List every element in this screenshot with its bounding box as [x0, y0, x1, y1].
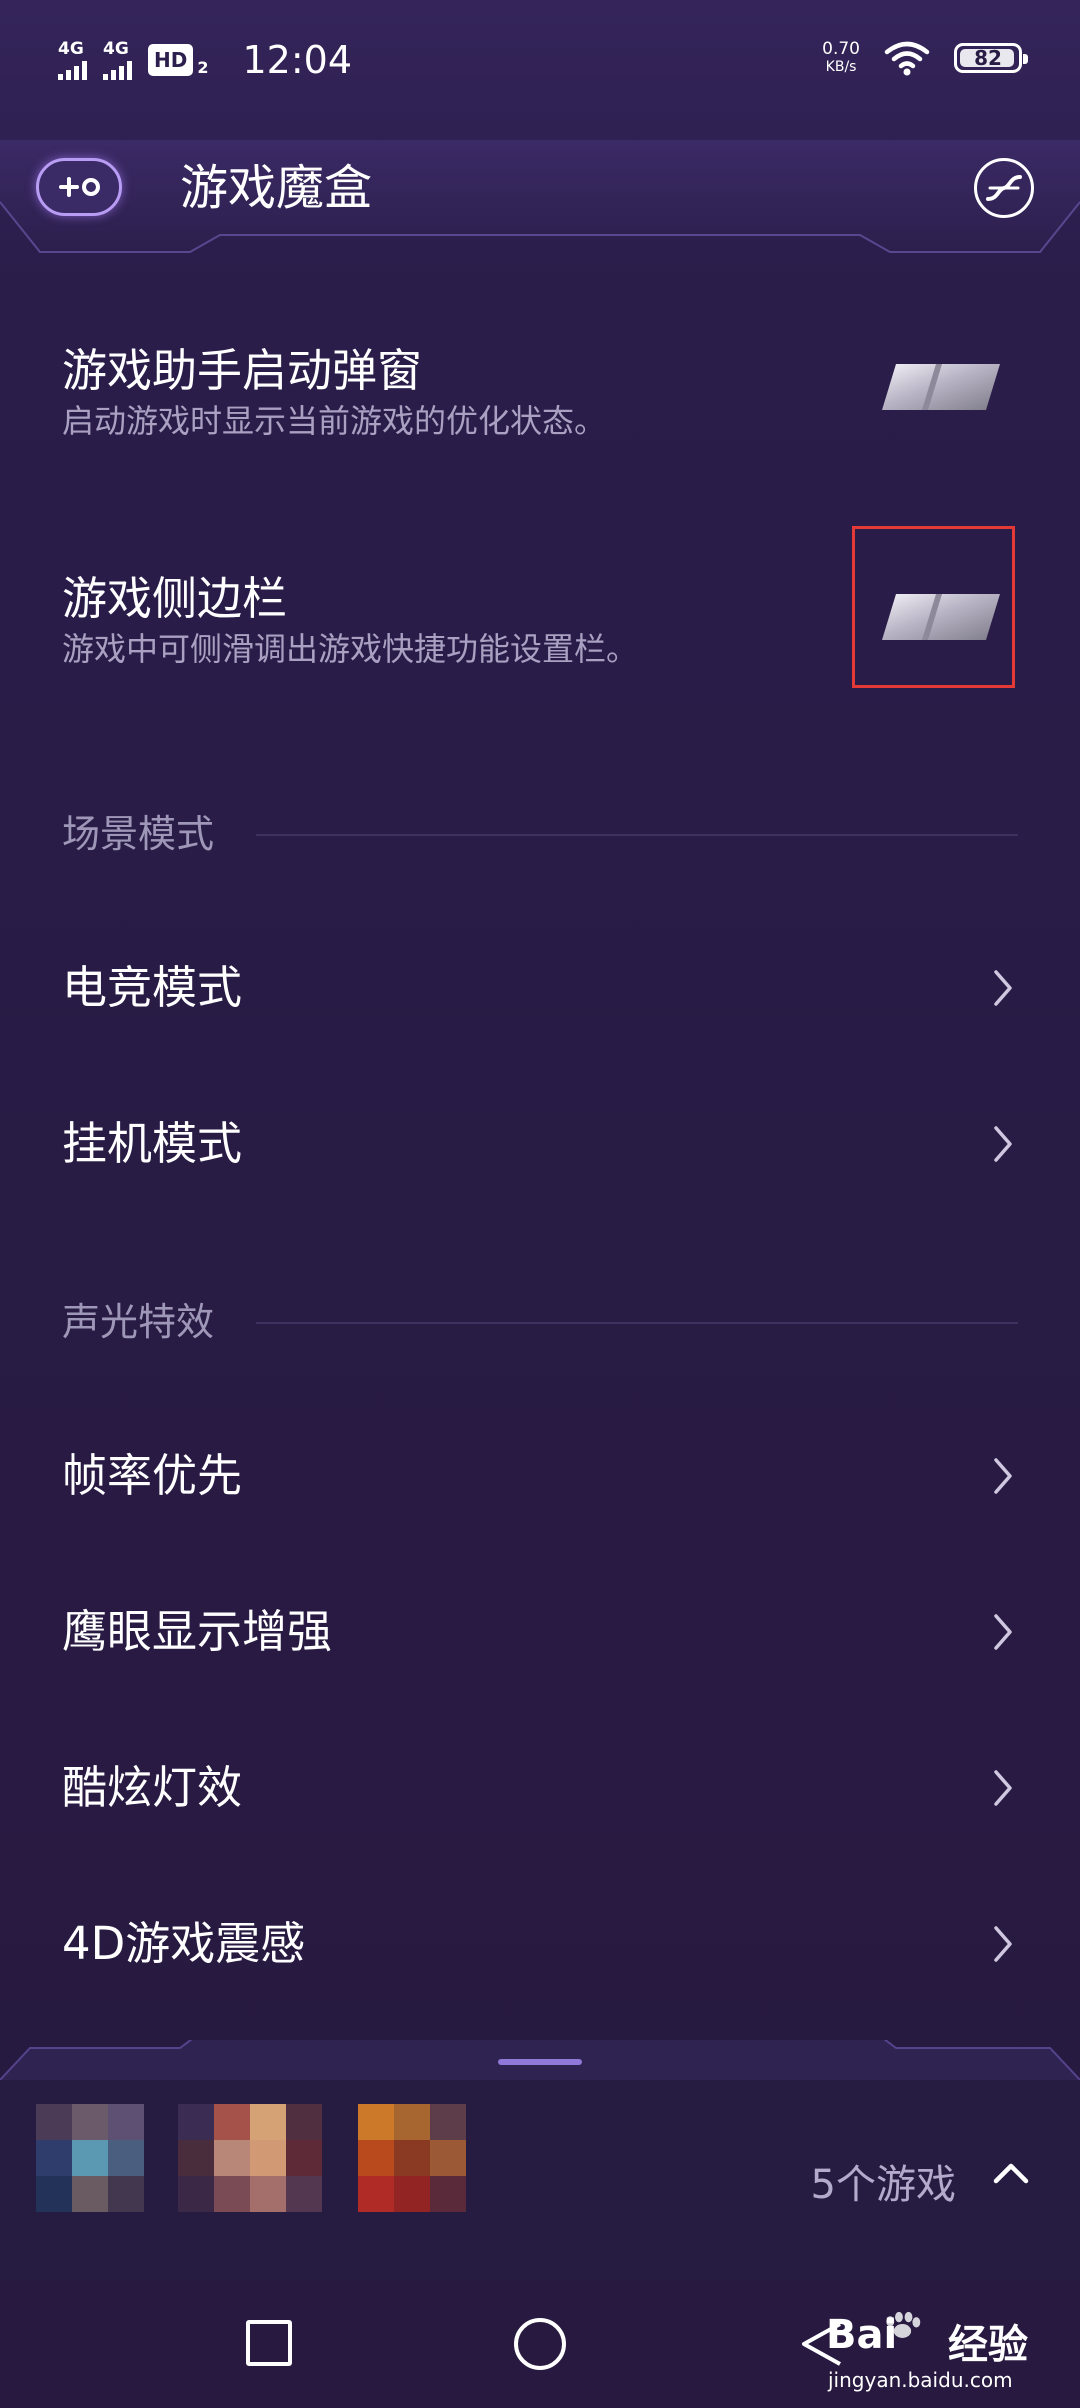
status-right: 0.70 KB/s 82 [822, 40, 1028, 76]
home-button[interactable] [514, 2318, 566, 2370]
signal-sim2: 4G [103, 38, 132, 80]
section-label: 声光特效 [62, 1300, 215, 1344]
net-speed: 0.70 KB/s [822, 40, 860, 76]
speed-curve-icon [986, 175, 1022, 201]
setting-title: 游戏助手启动弹窗 [62, 344, 423, 397]
launch-popup-toggle[interactable] [878, 360, 1004, 414]
menu-label: 电竞模式 [62, 961, 243, 1014]
setting-desc: 游戏中可侧滑调出游戏快捷功能设置栏。 [62, 630, 639, 668]
net-speed-unit: KB/s [825, 59, 857, 75]
menu-frame-rate[interactable]: 帧率优先 [0, 1416, 1080, 1536]
watermark-url: jingyan.baidu.com [828, 2368, 1013, 2392]
game-icons-row [36, 2090, 472, 2228]
sim1-label: 4G [58, 38, 84, 59]
chevron-right-icon [994, 1458, 1012, 1494]
clock: 12:04 [242, 38, 352, 82]
menu-afk-mode[interactable]: 挂机模式 [0, 1084, 1080, 1204]
game-icon[interactable] [178, 2090, 322, 2228]
drawer-handle[interactable] [498, 2059, 582, 2065]
menu-label: 帧率优先 [62, 1449, 243, 1502]
wifi-icon [884, 41, 930, 76]
gamepad-icon [59, 177, 100, 197]
battery-icon: 82 [954, 43, 1028, 73]
game-icon[interactable] [36, 2090, 144, 2228]
hd-voice-icon: HD [148, 44, 194, 76]
page-title: 游戏魔盒 [180, 160, 373, 216]
net-speed-value: 0.70 [822, 39, 860, 59]
menu-label: 鹰眼显示增强 [62, 1605, 333, 1658]
section-divider [256, 1322, 1018, 1324]
setting-title: 游戏侧边栏 [62, 572, 288, 625]
menu-label: 酷炫灯效 [62, 1761, 243, 1814]
menu-label: 4D游戏震感 [62, 1917, 306, 1970]
menu-label: 挂机模式 [62, 1117, 243, 1170]
setting-desc: 启动游戏时显示当前游戏的优化状态。 [62, 402, 607, 440]
game-count[interactable]: 5个游戏 [811, 2152, 956, 2210]
performance-button[interactable] [974, 158, 1034, 218]
setting-launch-popup: 游戏助手启动弹窗 启动游戏时显示当前游戏的优化状态。 [0, 320, 1080, 470]
watermark-brand: Bai [826, 2312, 897, 2358]
status-left: 4G 4G HD 2 12:04 [58, 38, 352, 82]
chevron-right-icon [994, 1770, 1012, 1806]
signal-sim1: 4G [58, 38, 87, 80]
game-mode-button[interactable] [36, 158, 122, 216]
section-scene-mode: 场景模式 [0, 806, 1080, 866]
app-header: 游戏魔盒 [0, 140, 1080, 270]
menu-light-effects[interactable]: 酷炫灯效 [0, 1728, 1080, 1848]
menu-eagle-eye[interactable]: 鹰眼显示增强 [0, 1572, 1080, 1692]
signal-bars-icon [103, 60, 132, 80]
chevron-right-icon [994, 1614, 1012, 1650]
chevron-right-icon [994, 1926, 1012, 1962]
game-icon[interactable] [358, 2090, 466, 2228]
game-drawer: 5个游戏 [0, 2040, 1080, 2280]
watermark-brand-cn: 经验 [948, 2322, 1028, 2368]
section-divider [256, 834, 1018, 836]
signal-bars-icon [58, 60, 87, 80]
battery-level: 82 [974, 46, 1002, 70]
chevron-right-icon [994, 970, 1012, 1006]
highlight-annotation [852, 526, 1015, 688]
app-root: 4G 4G HD 2 12:04 0.70 KB/s 82 游戏魔盒 游戏助手启… [0, 0, 1080, 2408]
status-bar: 4G 4G HD 2 12:04 0.70 KB/s 82 [0, 0, 1080, 120]
watermark-brand-latin: Bai [826, 2312, 898, 2358]
section-effects: 声光特效 [0, 1294, 1080, 1354]
sim2-label: 4G [103, 38, 129, 59]
section-label: 场景模式 [62, 812, 215, 856]
chevron-right-icon [994, 1126, 1012, 1162]
navigation-bar: Bai 经验 jingyan.baidu.com [0, 2290, 1080, 2408]
hd-voice-sub: 2 [197, 57, 209, 77]
menu-4d-vibration[interactable]: 4D游戏震感 [0, 1884, 1080, 2004]
header-frame [0, 140, 1080, 260]
menu-esports-mode[interactable]: 电竞模式 [0, 928, 1080, 1048]
recent-apps-button[interactable] [246, 2320, 292, 2366]
chevron-up-icon[interactable] [986, 2148, 1036, 2198]
